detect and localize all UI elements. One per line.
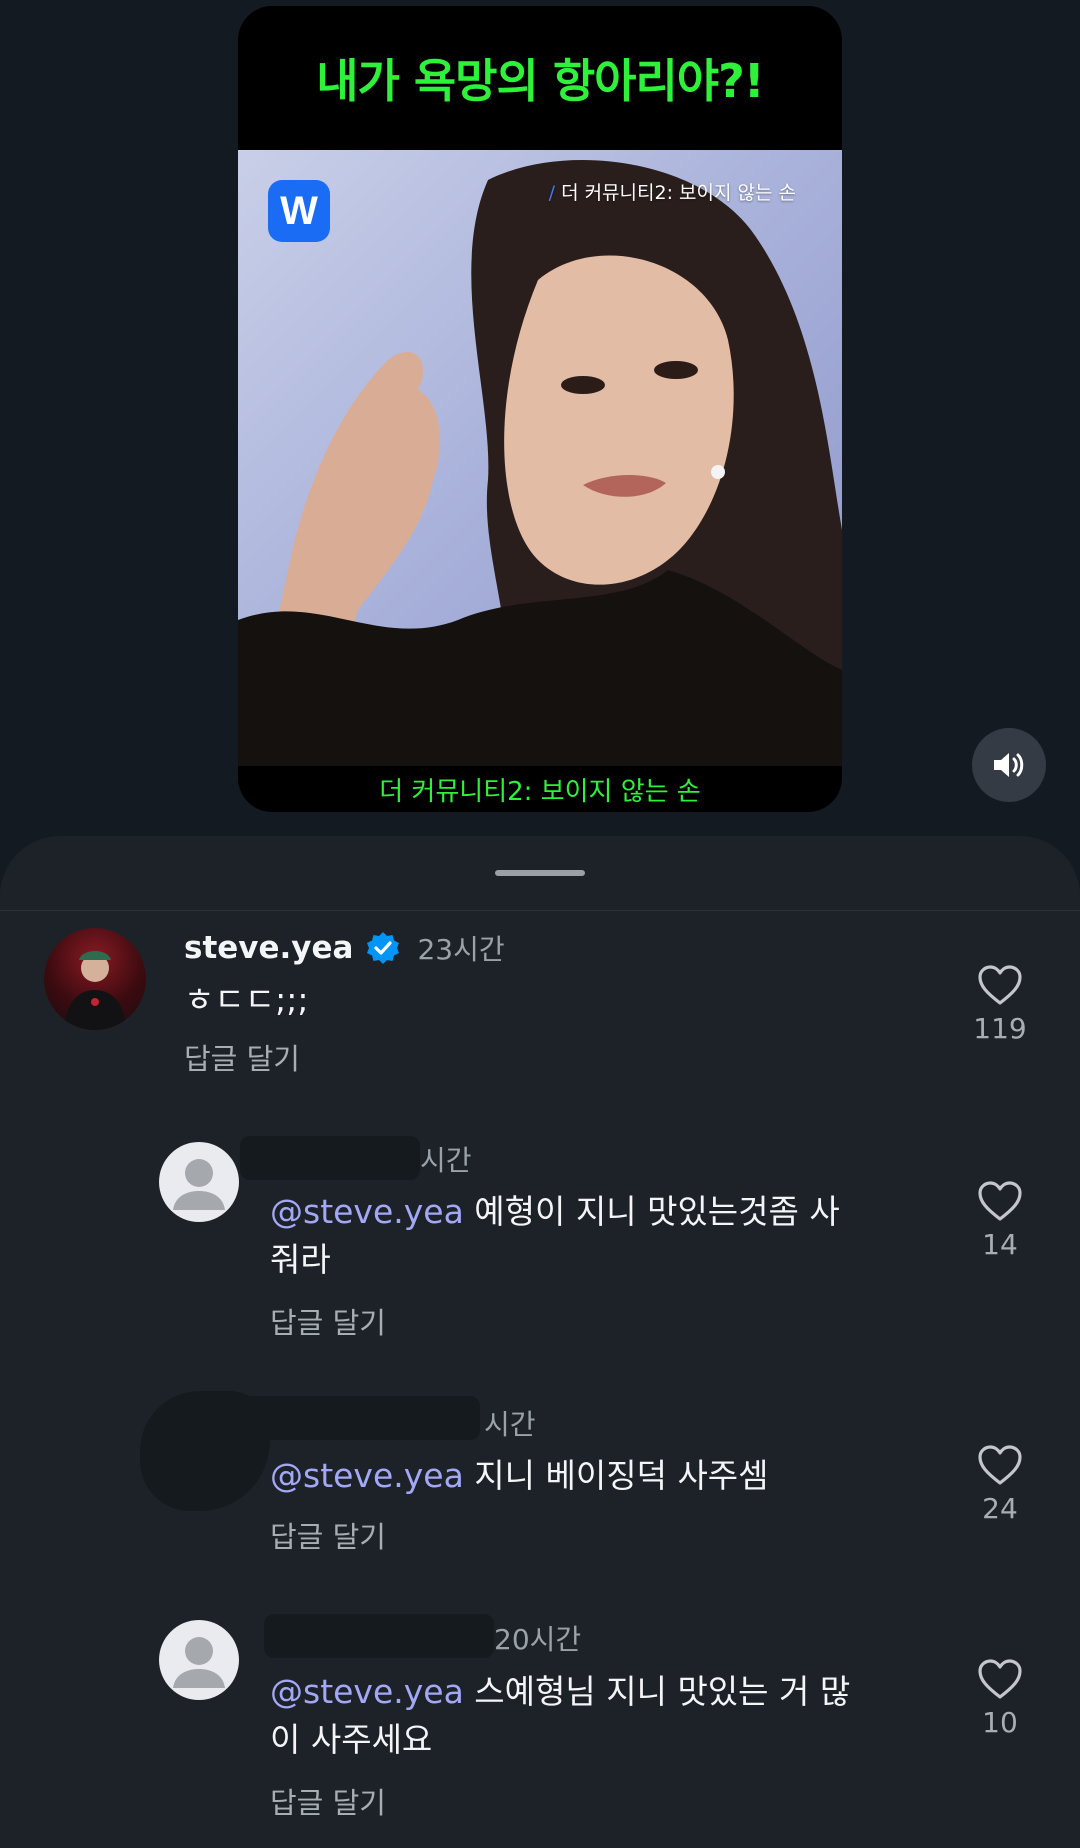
redacted-username [240,1396,480,1440]
username[interactable]: steve.yea [184,930,353,966]
like-count: 10 [982,1706,1018,1739]
default-avatar-icon [173,1159,225,1210]
comment-text: ㅎㄷㄷ;;; [184,980,309,1019]
avatar[interactable] [159,1142,239,1222]
avatar[interactable] [44,928,146,1030]
watcha-logo: W [268,180,330,242]
like-group: 24 [960,1444,1040,1525]
heart-icon[interactable] [977,964,1023,1006]
overlay-slash: / [548,182,556,204]
heart-icon[interactable] [977,1658,1023,1700]
video-overlay-title: / 더 커뮤니티2: 보이지 않는 손 [549,178,796,205]
reply-button[interactable]: 답글 달기 [270,1514,386,1556]
comment-header: steve.yea 23시간 [184,928,505,968]
video-frame[interactable]: W / 더 커뮤니티2: 보이지 않는 손 [238,150,842,766]
divider [0,910,1080,911]
verified-badge-icon [367,932,400,964]
redacted-username [240,1136,420,1180]
comment-text: @steve.yea 지니 베이징덕 사주셈 [270,1452,870,1500]
avatar-image [64,951,126,1030]
like-group: 14 [960,1180,1040,1261]
like-group: 119 [960,964,1040,1045]
reply-button[interactable]: 답글 달기 [270,1300,386,1342]
video-top-caption: 내가 욕망의 항아리야?! [316,54,765,108]
comment-text: @steve.yea 예형이 지니 맛있는것좀 사줘라 [270,1188,870,1284]
like-count: 24 [982,1492,1018,1525]
like-count: 14 [982,1228,1018,1261]
mention-link[interactable]: @steve.yea [270,1192,464,1231]
timestamp: 20시간 [494,1623,582,1656]
mute-button[interactable] [972,728,1046,802]
reply-button[interactable]: 답글 달기 [184,1036,300,1078]
timestamp: 시간 [420,1144,472,1177]
overlay-title-text: 더 커뮤니티2: 보이지 않는 손 [561,182,796,204]
screen: 내가 욕망의 항아리야?! W / 더 커뮤니티2: 보이지 않는 손 더 커뮤… [0,0,1080,1848]
avatar[interactable] [159,1620,239,1700]
timestamp: 시간 [484,1408,536,1441]
like-count: 119 [973,1012,1027,1045]
video-scene [238,160,842,766]
like-group: 10 [960,1658,1040,1739]
comment-text: @steve.yea 스예형님 지니 맛있는 거 많이 사주세요 [270,1668,870,1764]
redacted-username [264,1614,494,1658]
mention-link[interactable]: @steve.yea [270,1672,464,1711]
speaker-icon [994,753,1024,777]
video-player[interactable]: 내가 욕망의 항아리야?! W / 더 커뮤니티2: 보이지 않는 손 더 커뮤… [238,6,842,812]
reply-button[interactable]: 답글 달기 [270,1780,386,1822]
sheet-drag-handle[interactable] [495,870,585,876]
heart-icon[interactable] [977,1180,1023,1222]
mention-link[interactable]: @steve.yea [270,1456,464,1495]
comments-sheet: steve.yea 23시간 ㅎㄷㄷ;;; 답글 달기 119 시간 @stev… [0,836,1080,1848]
video-bottom-caption: 더 커뮤니티2: 보이지 않는 손 [379,776,701,807]
heart-icon[interactable] [977,1444,1023,1486]
default-avatar-icon [173,1637,225,1688]
comment-body: 지니 베이징덕 사주셈 [463,1456,769,1495]
timestamp: 23시간 [417,933,505,966]
